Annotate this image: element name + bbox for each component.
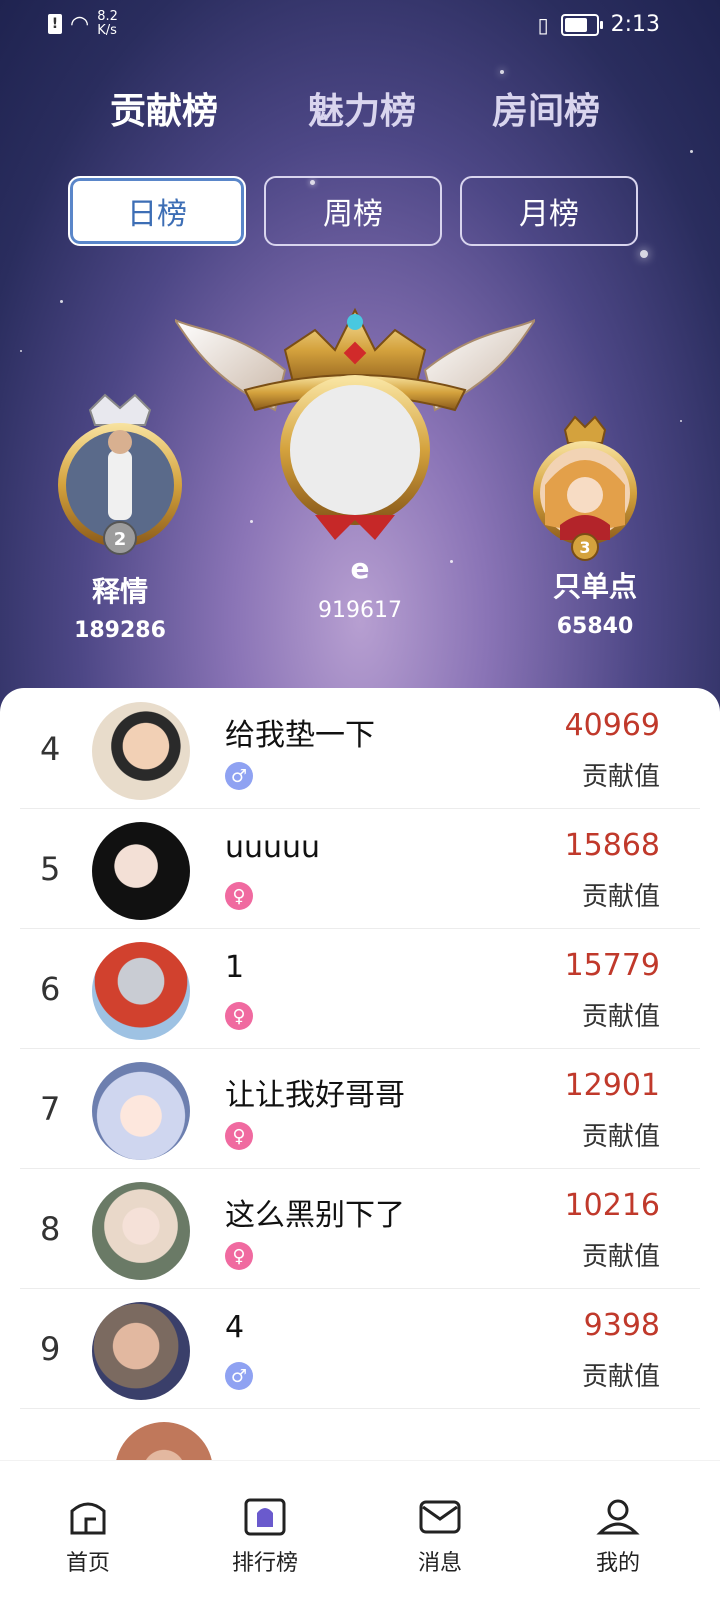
ranking-type-tabs: 贡献榜 魅力榜 房间榜: [0, 82, 720, 132]
user-name: 这么黑别下了: [225, 1198, 405, 1233]
winged-crown-frame-icon: [172, 307, 538, 540]
avatar[interactable]: [115, 1422, 213, 1460]
bronze-crown-frame-icon: 3: [533, 415, 637, 561]
male-gender-icon: ♂: [225, 1362, 253, 1390]
wifi-icon: ◠: [70, 11, 90, 37]
rank-number: 6: [40, 970, 61, 1008]
rank-number: 8: [40, 1210, 61, 1248]
rank-number: 5: [40, 850, 61, 888]
user-name: 1: [225, 950, 245, 985]
contribution-score: 10216: [564, 1188, 660, 1223]
sim-alert-icon: !: [48, 14, 62, 34]
status-bar: ! ◠ 8.2 K/s ▯ 2:13: [0, 0, 720, 50]
network-speed: 8.2 K/s: [97, 10, 118, 38]
contribution-label: 贡献值: [581, 1362, 660, 1392]
avatar[interactable]: [92, 1182, 190, 1280]
second-place-frame[interactable]: 2: [50, 390, 190, 565]
period-tab-daily[interactable]: 日榜: [68, 176, 246, 246]
nav-home-label: 首页: [65, 1551, 110, 1576]
second-place-score: 189286: [74, 618, 166, 643]
second-place-name: 释情: [91, 575, 148, 608]
home-icon: [70, 1502, 106, 1535]
vibrate-icon: ▯: [537, 12, 549, 37]
rank-number: 9: [40, 1330, 61, 1368]
third-place-name: 只单点: [552, 570, 637, 603]
profile-icon: [596, 1499, 640, 1535]
contribution-score: 9398: [583, 1308, 660, 1343]
nav-ranking-label: 排行榜: [231, 1551, 298, 1576]
third-place-frame[interactable]: 3: [530, 415, 640, 565]
list-item[interactable]: 9 4 ♂ 9398 贡献值: [20, 1288, 700, 1409]
rank-number: 4: [40, 730, 61, 768]
contribution-label: 贡献值: [581, 882, 660, 912]
avatar[interactable]: [92, 822, 190, 920]
clock: 2:13: [610, 12, 660, 37]
user-name: uuuuu: [225, 830, 321, 865]
ranking-list: 4 给我垫一下 ♂ 40969 贡献值 5 uuuuu ♀ 15868 贡献值 …: [0, 688, 720, 1460]
nav-ranking[interactable]: 排行榜: [205, 1497, 325, 1577]
avatar[interactable]: [92, 1302, 190, 1400]
list-item[interactable]: 4 给我垫一下 ♂ 40969 贡献值: [20, 688, 700, 809]
female-gender-icon: ♀: [225, 1242, 253, 1270]
nav-profile[interactable]: 我的: [558, 1497, 678, 1577]
list-item[interactable]: 7 让让我好哥哥 ♀ 12901 贡献值: [20, 1048, 700, 1169]
hero-banner: ! ◠ 8.2 K/s ▯ 2:13 贡献榜 魅力榜 房间榜 日榜 周榜 月榜: [0, 0, 720, 730]
nav-home[interactable]: 首页: [28, 1497, 148, 1577]
nav-profile-label: 我的: [595, 1551, 640, 1576]
avatar[interactable]: [92, 942, 190, 1040]
first-place-frame[interactable]: [172, 290, 538, 550]
rank-number: 7: [40, 1090, 61, 1128]
user-name: 4: [225, 1310, 245, 1345]
silver-crown-frame-icon: 2: [58, 393, 182, 555]
list-item[interactable]: 6 1 ♀ 15779 贡献值: [20, 928, 700, 1049]
speed-unit: K/s: [97, 23, 117, 38]
avatar[interactable]: [92, 702, 190, 800]
female-gender-icon: ♀: [225, 1002, 253, 1030]
first-place-name: e: [350, 552, 370, 585]
third-place-score: 65840: [556, 614, 634, 639]
tab-contribution[interactable]: 贡献榜: [110, 82, 218, 134]
speed-value: 8.2: [97, 9, 118, 24]
female-gender-icon: ♀: [225, 1122, 253, 1150]
period-tab-weekly[interactable]: 周榜: [264, 176, 442, 246]
message-icon: [419, 1500, 461, 1534]
contribution-label: 贡献值: [581, 1122, 660, 1152]
second-rank-badge: 2: [114, 529, 127, 550]
tab-room[interactable]: 房间榜: [492, 82, 600, 134]
female-gender-icon: ♀: [225, 882, 253, 910]
male-gender-icon: ♂: [225, 762, 253, 790]
contribution-label: 贡献值: [581, 762, 660, 792]
period-tab-monthly[interactable]: 月榜: [460, 176, 638, 246]
avatar[interactable]: [92, 1062, 190, 1160]
ranking-icon: [244, 1498, 286, 1536]
nav-messages-label: 消息: [417, 1551, 462, 1576]
third-rank-badge: 3: [579, 538, 590, 557]
user-name: 给我垫一下: [225, 718, 375, 753]
list-item[interactable]: 8 这么黑别下了 ♀ 10216 贡献值: [20, 1168, 700, 1289]
first-place-score: 919617: [318, 598, 402, 623]
contribution-score: 15779: [564, 948, 660, 983]
contribution-label: 贡献值: [581, 1242, 660, 1272]
contribution-score: 15868: [564, 828, 660, 863]
contribution-score: 40969: [564, 708, 660, 743]
bottom-navigation: 首页 排行榜 消息 我的: [0, 1460, 720, 1601]
list-item[interactable]: 5 uuuuu ♀ 15868 贡献值: [20, 808, 700, 929]
contribution-label: 贡献值: [581, 1002, 660, 1032]
user-name: 让让我好哥哥: [225, 1078, 405, 1113]
nav-messages[interactable]: 消息: [380, 1497, 500, 1577]
battery-icon: [560, 13, 603, 36]
contribution-score: 12901: [564, 1068, 660, 1103]
list-item-partial[interactable]: [20, 1408, 700, 1460]
tab-charm[interactable]: 魅力榜: [308, 82, 416, 134]
